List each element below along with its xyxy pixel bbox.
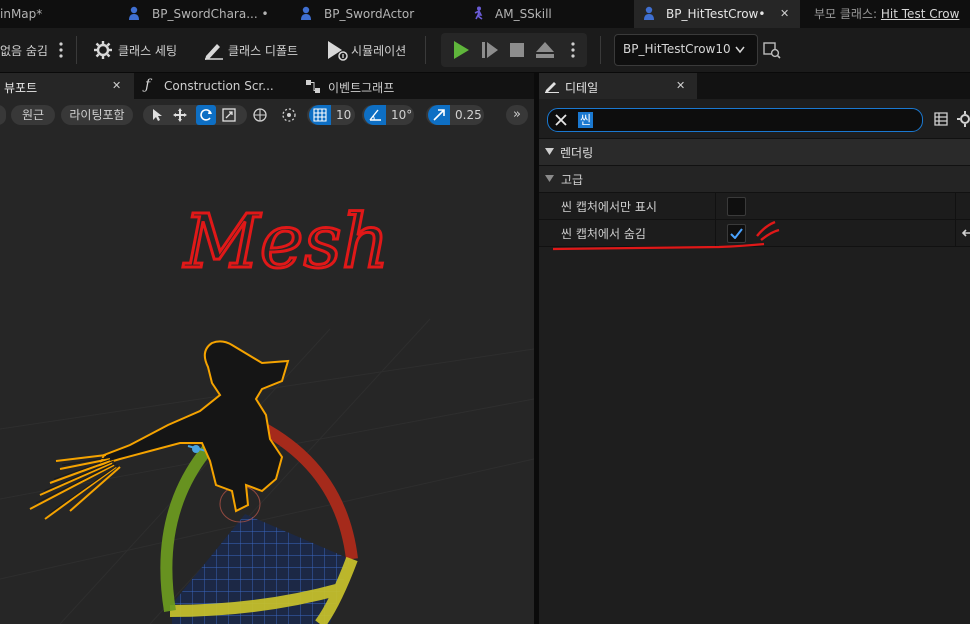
class-defaults-button[interactable]: 클래스 디폴트 bbox=[228, 42, 298, 59]
column-divider bbox=[955, 220, 956, 246]
tab-label: AM_SSkill bbox=[495, 7, 552, 21]
tab-label: Construction Scr... bbox=[164, 79, 274, 93]
rotation-snap-toggle[interactable] bbox=[364, 105, 386, 125]
debug-object-select[interactable]: BP_HitTestCrow10 bbox=[614, 34, 758, 66]
surface-snap-icon[interactable] bbox=[280, 107, 298, 123]
parent-class-info: 부모 클래스: Hit Test Crow bbox=[814, 0, 970, 28]
reset-to-default-icon[interactable] bbox=[961, 227, 970, 239]
toolbar-divider bbox=[600, 36, 601, 64]
blueprint-toolbar: 없음 숨김 클래스 세팅 클래스 디폴트 시뮬레이션 BP_HitTestCro… bbox=[0, 28, 970, 73]
rotate-icon bbox=[200, 109, 212, 121]
column-divider bbox=[955, 193, 956, 219]
tab-am-sskill[interactable]: AM_SSkill bbox=[460, 0, 620, 28]
tab-bp-hit-test-crow[interactable]: BP_HitTestCrow• ✕ bbox=[634, 0, 800, 28]
caret-down-icon bbox=[545, 175, 554, 182]
more-vertical-icon[interactable] bbox=[58, 42, 64, 58]
rotate-tool-button[interactable] bbox=[196, 105, 216, 125]
tab-label: BP_SwordChara... • bbox=[152, 7, 269, 21]
grid-snap-toggle[interactable] bbox=[309, 105, 331, 125]
tab-main-map[interactable]: inMap* bbox=[0, 0, 110, 28]
viewport[interactable]: Mesh 원근 라이팅포함 10 10° 0.25 » bbox=[0, 99, 534, 624]
details-panel-tabs: 디테일 ✕ bbox=[539, 73, 970, 99]
grid-snap-control[interactable]: 10 bbox=[307, 105, 355, 125]
toolbar-divider bbox=[425, 36, 426, 64]
tab-label: inMap* bbox=[0, 7, 43, 21]
category-rendering[interactable]: 렌더링 bbox=[539, 138, 970, 165]
blueprint-icon bbox=[301, 6, 311, 20]
parent-class-link[interactable]: Hit Test Crow bbox=[881, 7, 960, 21]
gear-icon[interactable] bbox=[93, 40, 113, 60]
editor-panel-tabs: 뷰포트 ✕ ƒ Construction Scr... 이벤트그래프 bbox=[0, 73, 534, 99]
perspective-button[interactable]: 원근 bbox=[11, 105, 55, 125]
play-icon[interactable] bbox=[452, 40, 470, 60]
rotation-snap-control[interactable]: 10° bbox=[362, 105, 414, 125]
tab-viewport[interactable]: 뷰포트 ✕ bbox=[0, 73, 134, 99]
more-vertical-icon[interactable] bbox=[570, 42, 576, 58]
find-object-icon[interactable] bbox=[763, 41, 781, 59]
scale-snap-value: 0.25 bbox=[455, 108, 482, 122]
event-graph-icon bbox=[306, 80, 320, 93]
tab-label: BP_HitTestCrow• bbox=[666, 7, 766, 21]
property-label: 씬 캡처에서만 표시 bbox=[561, 200, 657, 214]
rotation-snap-value: 10° bbox=[391, 108, 413, 122]
scale-icon[interactable] bbox=[222, 108, 236, 122]
clear-search-icon[interactable] bbox=[554, 113, 568, 127]
red-underline-annotation bbox=[552, 220, 780, 251]
blueprint-icon bbox=[644, 6, 654, 20]
class-settings-button[interactable]: 클래스 세팅 bbox=[118, 42, 177, 59]
close-icon[interactable]: ✕ bbox=[676, 79, 685, 92]
stop-icon[interactable] bbox=[509, 42, 525, 58]
scale-snap-toggle[interactable] bbox=[428, 105, 450, 125]
parent-class-prefix: 부모 클래스: bbox=[814, 7, 878, 21]
angle-icon bbox=[369, 109, 381, 121]
tab-bp-sword-actor[interactable]: BP_SwordActor bbox=[288, 0, 448, 28]
simulation-button[interactable]: 시뮬레이션 bbox=[351, 42, 406, 59]
grid-icon bbox=[313, 108, 327, 122]
simulation-icon[interactable] bbox=[326, 39, 348, 61]
search-query-text: 씬 bbox=[578, 112, 594, 128]
debug-object-value: BP_HitTestCrow10 bbox=[623, 42, 731, 56]
tab-label: 뷰포트 bbox=[4, 81, 38, 95]
tab-label: BP_SwordActor bbox=[324, 7, 415, 21]
chevron-down-icon bbox=[735, 46, 745, 54]
scale-snap-control[interactable]: 0.25 bbox=[426, 105, 484, 125]
details-panel: 씬 렌더링 고급 씬 캡처에서만 표시 씬 캡처에서 숨김 bbox=[539, 99, 970, 624]
move-icon[interactable] bbox=[173, 108, 187, 122]
advance-frame-icon[interactable] bbox=[481, 40, 499, 60]
document-tab-bar: inMap* BP_SwordChara... • BP_SwordActor … bbox=[0, 0, 970, 28]
close-icon[interactable]: ✕ bbox=[780, 0, 789, 28]
blueprint-icon bbox=[129, 6, 139, 20]
toolbar-divider bbox=[76, 36, 77, 64]
tab-details[interactable]: 디테일 ✕ bbox=[539, 73, 697, 99]
select-cursor-icon[interactable] bbox=[150, 108, 164, 122]
more-options-button[interactable]: » bbox=[506, 105, 528, 125]
tab-construction-script[interactable]: ƒ Construction Scr... bbox=[137, 73, 297, 99]
settings-gear-icon[interactable] bbox=[957, 111, 970, 127]
eject-icon[interactable] bbox=[535, 40, 555, 60]
tab-label: 디테일 bbox=[565, 81, 599, 95]
details-pencil-icon bbox=[545, 82, 559, 93]
function-icon: ƒ bbox=[145, 77, 151, 93]
anim-montage-icon bbox=[474, 6, 483, 20]
caret-down-icon bbox=[545, 148, 554, 155]
tab-event-graph[interactable]: 이벤트그래프 bbox=[300, 73, 450, 99]
grid-snap-value: 10 bbox=[336, 108, 352, 122]
tab-bp-sword-character[interactable]: BP_SwordChara... • bbox=[116, 0, 280, 28]
property-matrix-icon[interactable] bbox=[934, 112, 948, 126]
lighting-mode-button[interactable]: 라이팅포함 bbox=[61, 105, 133, 125]
hide-unrelated-label[interactable]: 없음 숨김 bbox=[0, 42, 48, 59]
details-search-input[interactable]: 씬 bbox=[547, 108, 923, 132]
class-defaults-icon[interactable] bbox=[203, 40, 225, 60]
close-icon[interactable]: ✕ bbox=[112, 79, 121, 92]
coordinate-system-icon[interactable] bbox=[251, 107, 269, 123]
tab-label: 이벤트그래프 bbox=[328, 81, 395, 95]
viewport-scene[interactable]: Mesh bbox=[0, 99, 534, 624]
mesh-annotation: Mesh bbox=[182, 199, 389, 285]
subcategory-advanced[interactable]: 고급 bbox=[539, 165, 970, 192]
scale-arrow-icon bbox=[433, 109, 445, 121]
subcategory-label: 고급 bbox=[561, 173, 584, 187]
category-label: 렌더링 bbox=[560, 146, 594, 160]
